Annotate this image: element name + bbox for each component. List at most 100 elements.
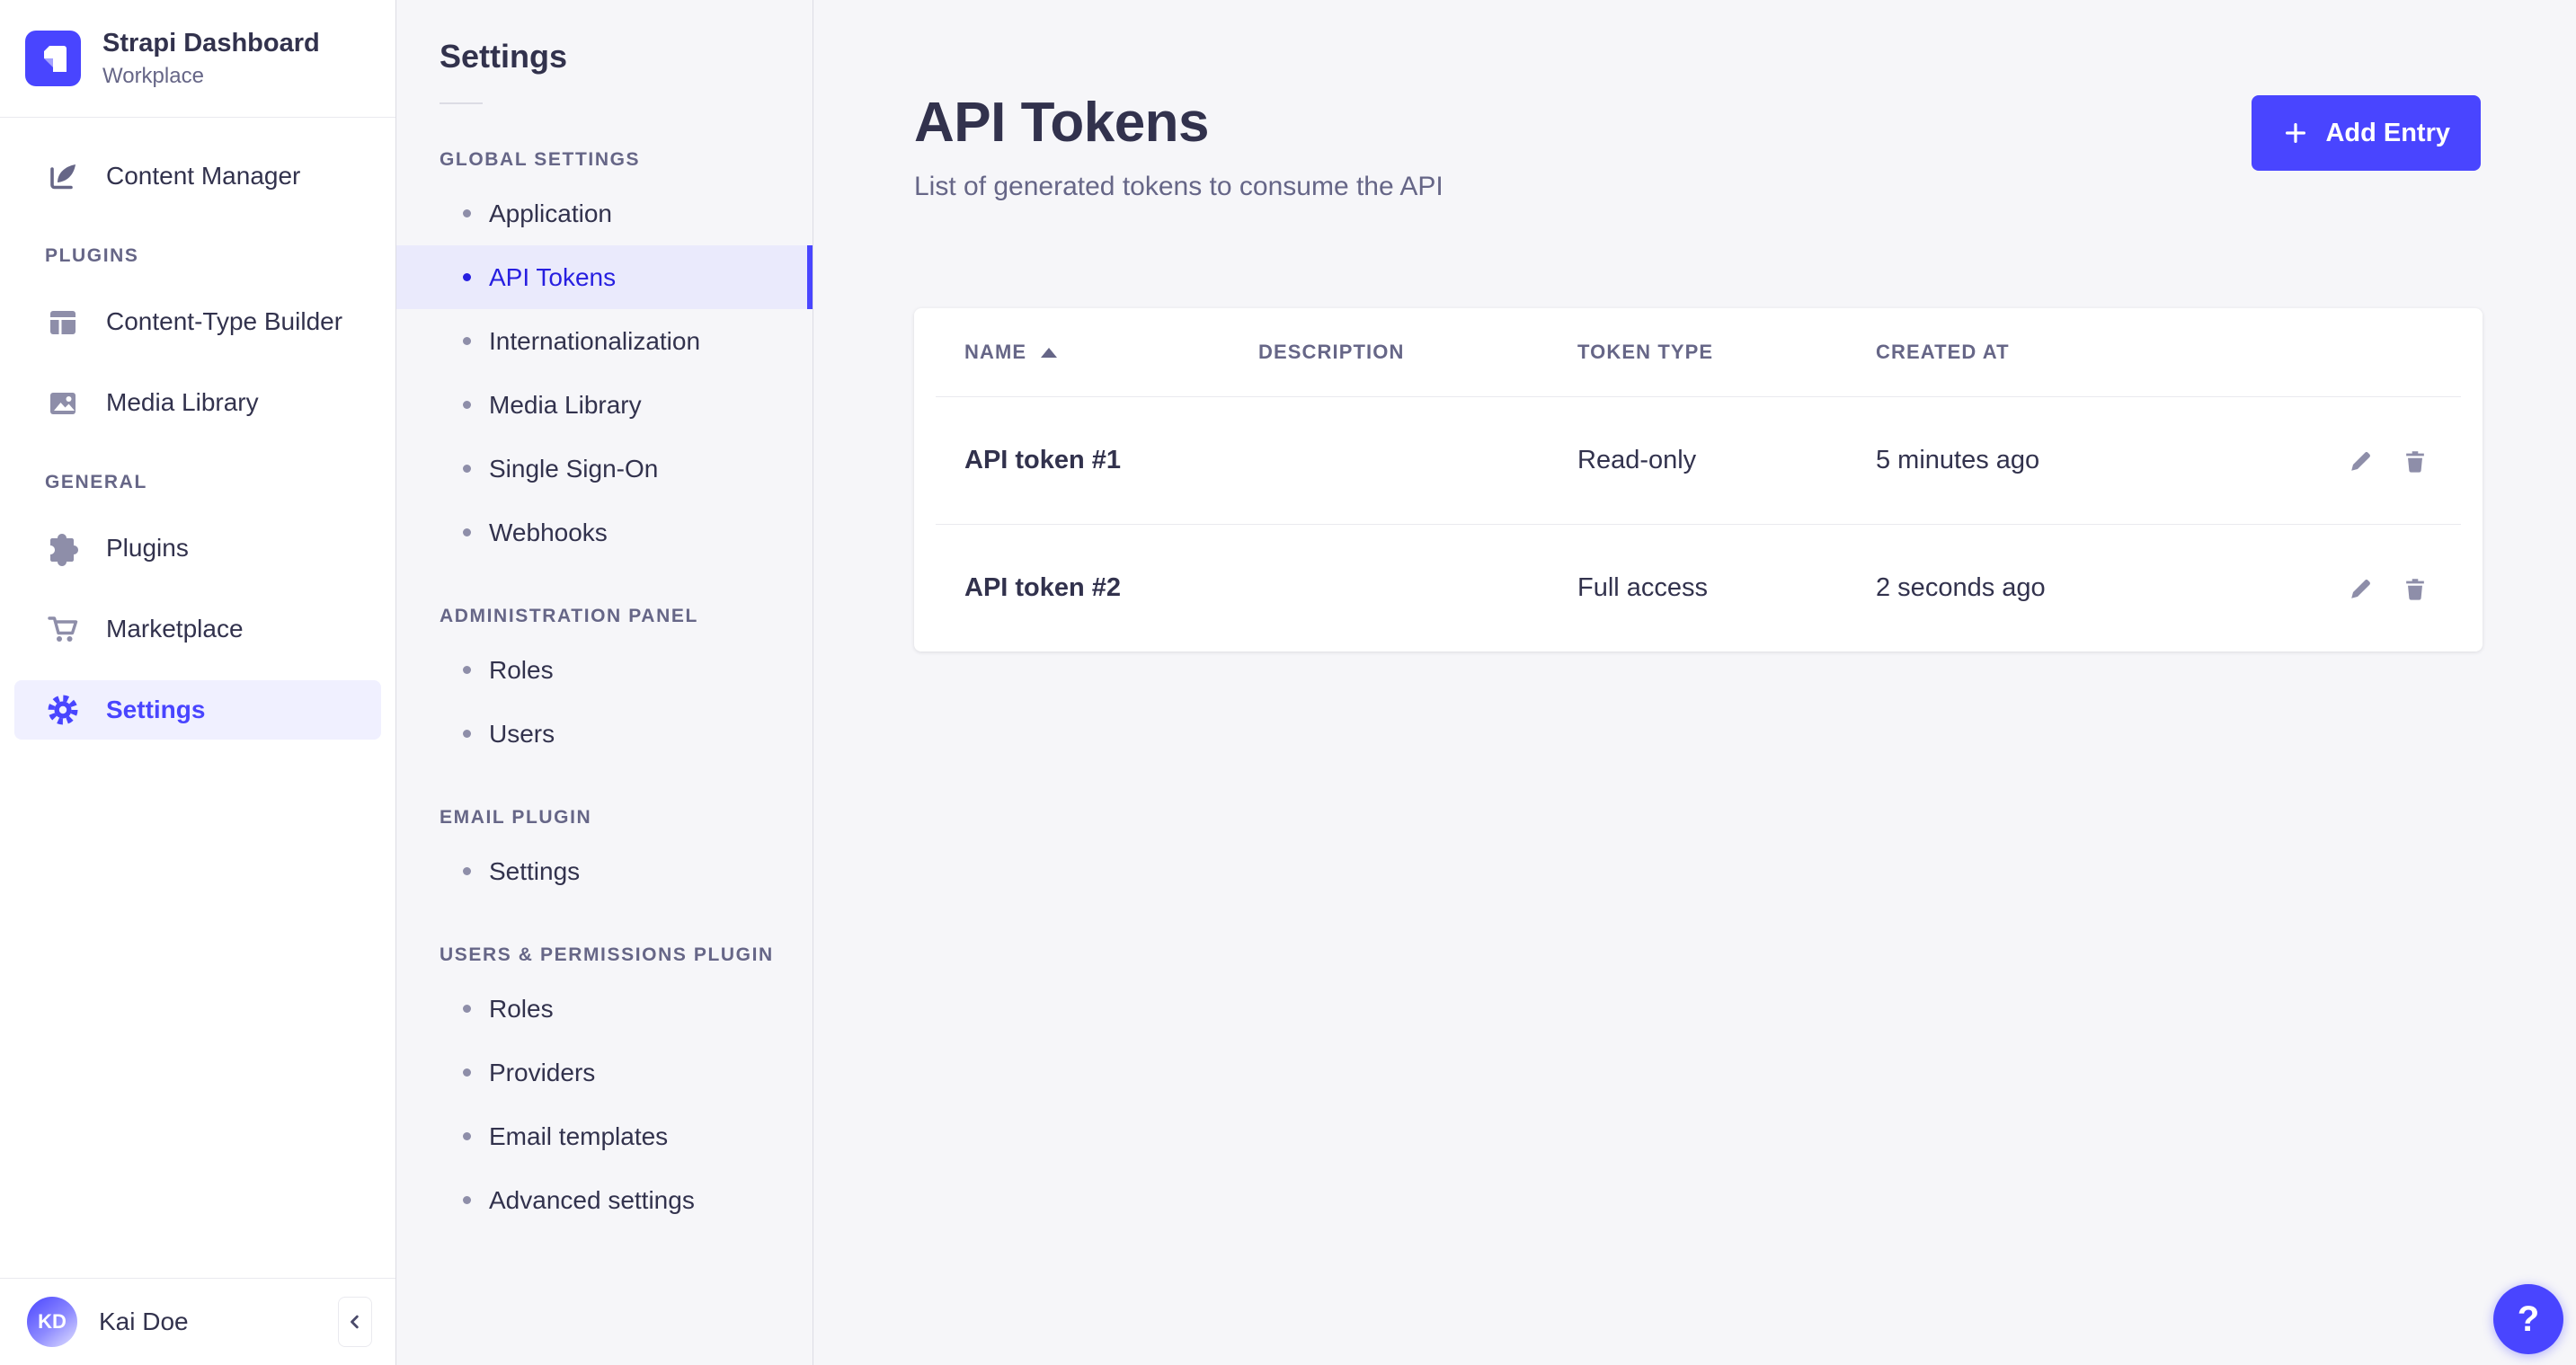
subnav-item-admin-users[interactable]: Users <box>396 702 813 766</box>
token-created-at: 2 seconds ago <box>1876 573 2046 602</box>
sidebar-item-label: Marketplace <box>106 615 244 643</box>
trash-icon <box>2402 448 2429 474</box>
tokens-table: NAME DESCRIPTION TOKEN TYPE CREATED AT A… <box>914 308 2483 651</box>
sidebar-section-plugins: PLUGINS <box>45 245 381 267</box>
subnav-item-label: Internationalization <box>489 327 700 356</box>
sidebar-footer: KD Kai Doe <box>0 1278 395 1365</box>
sidebar-item-label: Content-Type Builder <box>106 307 342 336</box>
delete-token-button[interactable] <box>2402 575 2429 602</box>
sidebar-item-settings[interactable]: Settings <box>14 680 381 740</box>
sort-by-name-button[interactable]: NAME <box>964 341 1057 364</box>
puzzle-icon <box>45 530 81 566</box>
bullet-icon <box>463 401 471 409</box>
subnav-item-advanced-settings[interactable]: Advanced settings <box>396 1168 813 1232</box>
settings-subnav: Settings GLOBAL SETTINGS Application API… <box>396 0 813 1365</box>
user-name: Kai Doe <box>99 1307 316 1336</box>
token-type: Full access <box>1577 573 1708 602</box>
sidebar-item-plugins[interactable]: Plugins <box>14 519 381 578</box>
workspace-brand[interactable]: Strapi Dashboard Workplace <box>0 0 395 118</box>
add-entry-button[interactable]: Add Entry <box>2252 95 2481 171</box>
sidebar-item-label: Plugins <box>106 534 189 563</box>
edit-token-button[interactable] <box>2348 575 2375 602</box>
subnav-item-label: Webhooks <box>489 519 608 547</box>
subnav-item-single-sign-on[interactable]: Single Sign-On <box>396 437 813 501</box>
bullet-icon <box>463 528 471 536</box>
layout-icon <box>45 304 81 340</box>
token-name: API token #1 <box>964 446 1121 475</box>
token-created-at: 5 minutes ago <box>1876 446 2039 474</box>
column-header-name: NAME <box>964 341 1026 364</box>
table-row[interactable]: API token #1 Read-only 5 minutes ago <box>914 397 2483 524</box>
main-content: API Tokens List of generated tokens to c… <box>813 0 2576 1365</box>
bullet-icon <box>463 337 471 345</box>
subnav-section-users-permissions-plugin: USERS & PERMISSIONS PLUGIN <box>440 944 813 966</box>
gear-icon <box>45 692 81 728</box>
sidebar-item-media-library[interactable]: Media Library <box>14 373 381 432</box>
edit-token-button[interactable] <box>2348 448 2375 474</box>
subnav-item-email-settings[interactable]: Settings <box>396 839 813 903</box>
sidebar-nav: Content Manager PLUGINS Content-Type Bui… <box>0 118 395 1278</box>
bullet-icon <box>463 1132 471 1140</box>
subnav-item-label: Users <box>489 720 555 749</box>
page-title: API Tokens <box>914 93 1443 152</box>
help-button[interactable]: ? <box>2493 1284 2563 1354</box>
subnav-item-label: API Tokens <box>489 263 616 292</box>
table-row[interactable]: API token #2 Full access 2 seconds ago <box>914 525 2483 651</box>
column-header-token-type: TOKEN TYPE <box>1577 341 1713 363</box>
subnav-item-webhooks[interactable]: Webhooks <box>396 501 813 564</box>
bullet-icon <box>463 730 471 738</box>
strapi-logo-icon <box>25 31 81 86</box>
subnav-item-label: Settings <box>489 857 580 886</box>
collapse-sidebar-button[interactable] <box>338 1297 372 1347</box>
bullet-icon <box>463 1005 471 1013</box>
avatar[interactable]: KD <box>27 1297 77 1347</box>
subnav-item-label: Roles <box>489 995 554 1024</box>
bullet-icon <box>463 1068 471 1077</box>
subnav-item-label: Media Library <box>489 391 642 420</box>
subnav-item-label: Single Sign-On <box>489 455 658 483</box>
bullet-icon <box>463 273 471 281</box>
image-icon <box>45 385 81 421</box>
bullet-icon <box>463 1196 471 1204</box>
sort-asc-icon <box>1041 348 1057 358</box>
pencil-icon <box>2348 575 2375 602</box>
sidebar-item-content-type-builder[interactable]: Content-Type Builder <box>14 292 381 351</box>
page-header-text: API Tokens List of generated tokens to c… <box>914 93 1443 202</box>
subnav-item-providers[interactable]: Providers <box>396 1041 813 1104</box>
sidebar-item-label: Media Library <box>106 388 259 417</box>
subnav-item-up-roles[interactable]: Roles <box>396 977 813 1041</box>
main-sidebar: Strapi Dashboard Workplace Content Manag… <box>0 0 396 1365</box>
column-header-created-at: CREATED AT <box>1876 341 2010 363</box>
sidebar-item-marketplace[interactable]: Marketplace <box>14 599 381 659</box>
subnav-title: Settings <box>396 0 813 75</box>
subnav-section-administration-panel: ADMINISTRATION PANEL <box>440 606 813 627</box>
trash-icon <box>2402 575 2429 602</box>
page-subtitle: List of generated tokens to consume the … <box>914 172 1443 202</box>
pencil-icon <box>2348 448 2375 474</box>
subnav-item-label: Providers <box>489 1059 595 1087</box>
subnav-divider <box>440 102 483 104</box>
table-header-row: NAME DESCRIPTION TOKEN TYPE CREATED AT <box>914 308 2483 396</box>
sidebar-item-content-manager[interactable]: Content Manager <box>14 146 381 206</box>
subnav-item-label: Advanced settings <box>489 1186 695 1215</box>
bullet-icon <box>463 465 471 473</box>
subnav-item-media-library[interactable]: Media Library <box>396 373 813 437</box>
token-name: API token #2 <box>964 573 1121 603</box>
column-header-description: DESCRIPTION <box>1258 341 1404 363</box>
delete-token-button[interactable] <box>2402 448 2429 474</box>
feather-icon <box>45 158 81 194</box>
cart-icon <box>45 611 81 647</box>
subnav-item-api-tokens[interactable]: API Tokens <box>396 245 813 309</box>
subnav-item-application[interactable]: Application <box>396 182 813 245</box>
question-mark-icon: ? <box>2518 1299 2539 1340</box>
bullet-icon <box>463 666 471 674</box>
token-type: Read-only <box>1577 446 1696 474</box>
subnav-item-email-templates[interactable]: Email templates <box>396 1104 813 1168</box>
subnav-item-admin-roles[interactable]: Roles <box>396 638 813 702</box>
page-header: API Tokens List of generated tokens to c… <box>813 0 2576 202</box>
subnav-item-label: Application <box>489 199 612 228</box>
workspace-subtitle: Workplace <box>102 63 320 90</box>
subnav-item-internationalization[interactable]: Internationalization <box>396 309 813 373</box>
subnav-item-label: Email templates <box>489 1122 668 1151</box>
plus-icon <box>2282 120 2309 146</box>
